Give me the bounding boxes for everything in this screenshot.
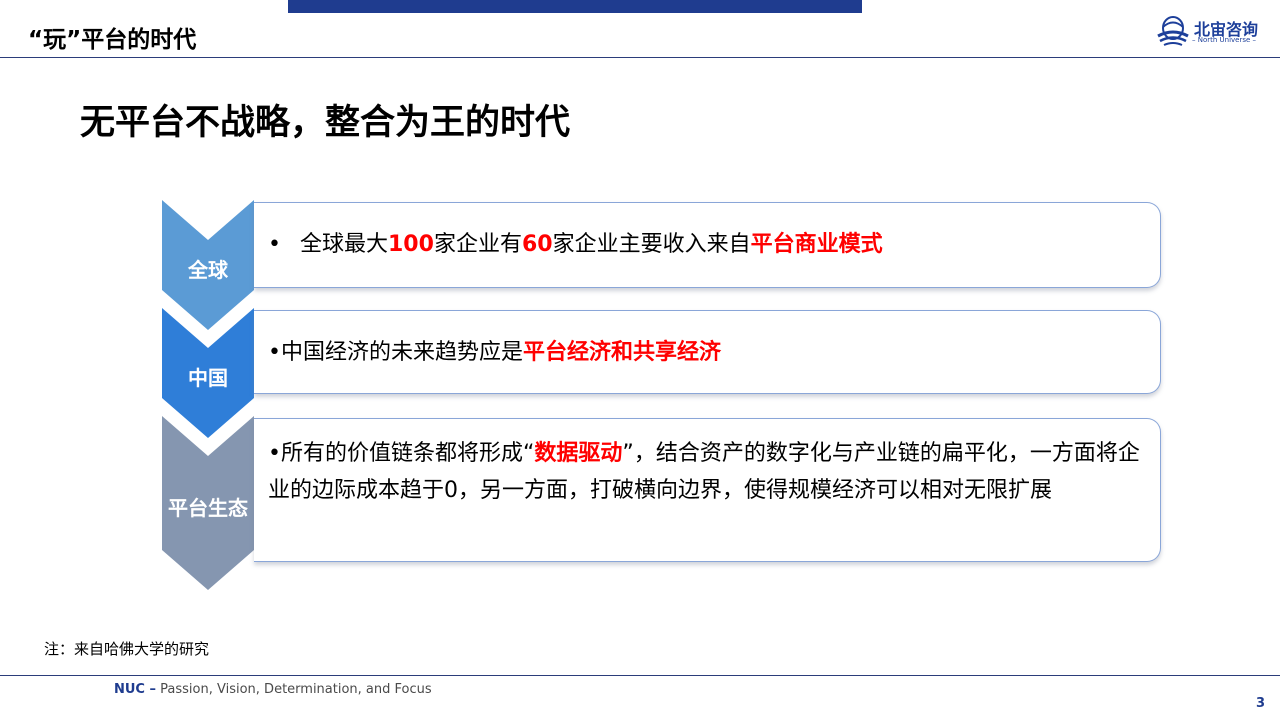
footer-text: Passion, Vision, Determination, and Focu…: [160, 682, 432, 697]
footer-brand: NUC –: [114, 682, 157, 697]
page-number: 3: [1256, 696, 1266, 711]
highlight-text: 平台经济和共享经济: [523, 340, 722, 365]
top-accent-bar: [288, 0, 862, 13]
text-segment: 所有的价值链条都将形成: [280, 441, 523, 466]
content-box-platform: •所有的价值链条都将形成“数据驱动”，结合资产的数字化与产业链的扁平化，一方面将…: [254, 418, 1161, 562]
bullet: •: [268, 340, 281, 365]
bullet: •: [268, 232, 281, 257]
source-note: 注：来自哈佛大学的研究: [44, 640, 210, 658]
box-text-global: • 全球最大100家企业有60家企业主要收入来自平台商业模式: [268, 226, 883, 263]
highlight-number: 100: [388, 232, 434, 257]
footer-divider: [0, 675, 1280, 676]
box-text-china: •中国经济的未来趋势应是平台经济和共享经济: [268, 334, 721, 371]
slide-headline: 无平台不战略，整合为王的时代: [80, 103, 571, 143]
logo-name-en: – North Universe –: [1192, 36, 1257, 44]
section-title: “玩”平台的时代: [28, 27, 197, 53]
highlight-text: 数据驱动: [534, 441, 623, 466]
text-segment: 全球最大: [299, 232, 388, 257]
row-label-platform: 平台生态: [168, 496, 248, 520]
row-label-china: 中国: [188, 366, 228, 390]
text-segment: “: [523, 441, 535, 466]
box-text-platform: •所有的价值链条都将形成“数据驱动”，结合资产的数字化与产业链的扁平化，一方面将…: [268, 435, 1148, 509]
text-segment: 中国经济的未来趋势应是: [280, 340, 523, 365]
content-box-china: •中国经济的未来趋势应是平台经济和共享经济: [254, 310, 1161, 394]
text-segment: ”: [622, 441, 634, 466]
bullet: •: [268, 441, 281, 466]
text-segment: 家企业有: [433, 232, 522, 257]
logo-globe-icon: [1157, 16, 1189, 46]
highlight-text: 平台商业模式: [750, 232, 883, 257]
row-label-global: 全球: [188, 258, 228, 282]
content-box-global: • 全球最大100家企业有60家企业主要收入来自平台商业模式: [254, 202, 1161, 288]
header-divider: [0, 57, 1280, 58]
text-segment: 家企业主要收入来自: [552, 232, 751, 257]
highlight-number: 60: [521, 232, 553, 257]
footer-tagline: NUC – Passion, Vision, Determination, an…: [114, 682, 432, 697]
company-logo: 北宙咨询 – North Universe –: [1156, 14, 1268, 50]
